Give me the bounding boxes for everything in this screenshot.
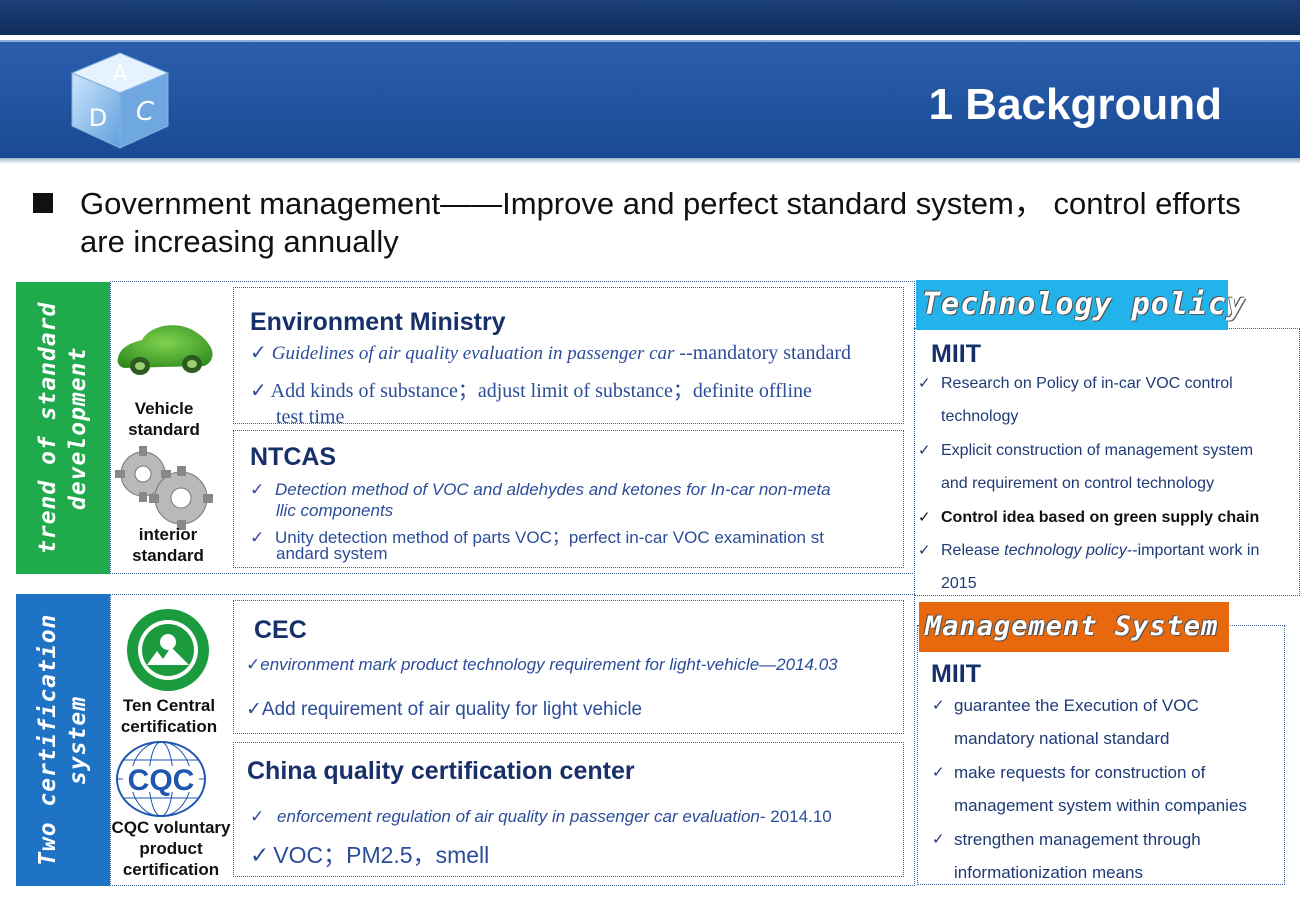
ntcas-item-1: ✓ Detection method of VOC and aldehydes …	[250, 480, 831, 500]
cqcc-title: China quality certification center	[247, 757, 635, 785]
cqc-logo-text: CQC	[128, 764, 195, 797]
logo-letter-c: C	[136, 97, 155, 127]
interior-standard-label: interior standard	[132, 525, 204, 565]
ntcas-item-1-cont: llic components	[276, 501, 394, 520]
cec-title: CEC	[254, 616, 307, 644]
tech-line-4: and requirement on control technology	[941, 475, 1215, 492]
ntcas-box: NTCAS ✓ Detection method of VOC and alde…	[233, 430, 904, 568]
check-icon: ✓	[250, 378, 267, 402]
logo-letter-a: A	[112, 62, 127, 87]
check-icon: ✓	[250, 807, 265, 827]
env-item-1-italic: Guidelines of air quality evaluation in …	[271, 343, 675, 364]
logo-letter-d: D	[89, 104, 107, 132]
cqc-voluntary-certification-label: CQC voluntary product certification	[111, 818, 231, 879]
mgmt-line-4: management system within companies	[954, 796, 1247, 815]
environment-ministry-box: Environment Ministry ✓ Guidelines of air…	[233, 287, 904, 428]
ntcas-item-2-cont: andard system	[276, 544, 388, 563]
tech-line-2: technology	[941, 408, 1019, 425]
cec-box: CEC ✓environment mark product technology…	[233, 600, 904, 734]
mgmt-line-1: guarantee the Execution of VOC	[954, 696, 1199, 715]
green-car-icon	[117, 325, 213, 375]
top-strip	[0, 0, 1300, 35]
check-icon: ✓	[918, 508, 931, 526]
check-icon: ✓	[932, 830, 945, 848]
tech-line-1: Research on Policy of in-car VOC control	[941, 375, 1233, 392]
china-quality-certification-box: China quality certification center ✓ enf…	[233, 742, 904, 877]
check-icon: ✓	[250, 340, 267, 364]
check-icon: ✓	[250, 843, 270, 869]
header-shadow	[0, 158, 1300, 164]
cec-item-1: ✓environment mark product technology req…	[246, 655, 838, 675]
management-system-tag: Management System	[919, 602, 1229, 652]
env-item-1: ✓ Guidelines of air quality evaluation i…	[250, 340, 851, 365]
mgmt-line-5: strengthen management through	[954, 830, 1201, 849]
gears-icon	[115, 446, 213, 530]
env-item-2-cont: test time	[276, 406, 345, 428]
check-icon: ✓	[932, 696, 945, 714]
check-icon: ✓	[250, 480, 265, 500]
trend-section-bar: trend of standard development	[16, 282, 110, 574]
mgmt-line-2: mandatory national standard	[954, 729, 1170, 748]
env-item-2: ✓ Add kinds of substance；adjust limit of…	[250, 378, 812, 402]
cqcc-item-1: ✓ enforcement regulation of air quality …	[250, 807, 832, 827]
check-icon: ✓	[918, 441, 931, 459]
env-item-1-rest: --mandatory standard	[674, 342, 852, 364]
technology-policy-tag: Technology policy	[916, 280, 1245, 330]
mgmt-line-3: make requests for construction of	[954, 763, 1206, 782]
tech-org: MIIT	[931, 340, 981, 368]
cert-section-label: Two certification system	[35, 613, 91, 867]
check-icon: ✓	[246, 655, 261, 675]
tech-line-7: 2015	[941, 575, 977, 592]
cqcc-item-2: ✓ VOC；PM2.5，smell	[250, 842, 490, 869]
mgmt-line-6: informationization means	[954, 863, 1143, 882]
cec-item-2: ✓Add requirement of air quality for ligh…	[246, 698, 643, 720]
environment-ministry-title: Environment Ministry	[250, 308, 506, 336]
tech-line-3: Explicit construction of management syst…	[941, 442, 1254, 459]
intro-text: Government management——Improve and perfe…	[80, 186, 1241, 259]
china-environmental-label-seal-icon	[127, 609, 209, 691]
cert-section-bar: Two certification system	[16, 594, 110, 886]
check-icon: ✓	[918, 541, 931, 559]
cqc-logo-icon: CQC	[116, 741, 206, 817]
page-title: 1 Background	[928, 80, 1222, 129]
check-icon: ✓	[918, 374, 931, 392]
vehicle-standard-label: Vehicle standard	[128, 399, 200, 439]
ntcas-title: NTCAS	[250, 443, 337, 471]
tech-line-5: Control idea based on green supply chain	[941, 509, 1260, 526]
mgmt-org: MIIT	[931, 660, 981, 688]
trend-section-label: trend of standard development	[35, 301, 91, 555]
tech-line-6: Release technology policy--important wor…	[941, 542, 1260, 559]
check-icon: ✓	[932, 763, 945, 781]
adc-cube-logo-icon: A D C	[70, 52, 170, 149]
check-icon: ✓	[246, 698, 262, 720]
bullet-square-icon	[33, 193, 53, 213]
check-icon: ✓	[250, 528, 265, 548]
ten-central-certification-label: Ten Central certification	[120, 696, 218, 736]
